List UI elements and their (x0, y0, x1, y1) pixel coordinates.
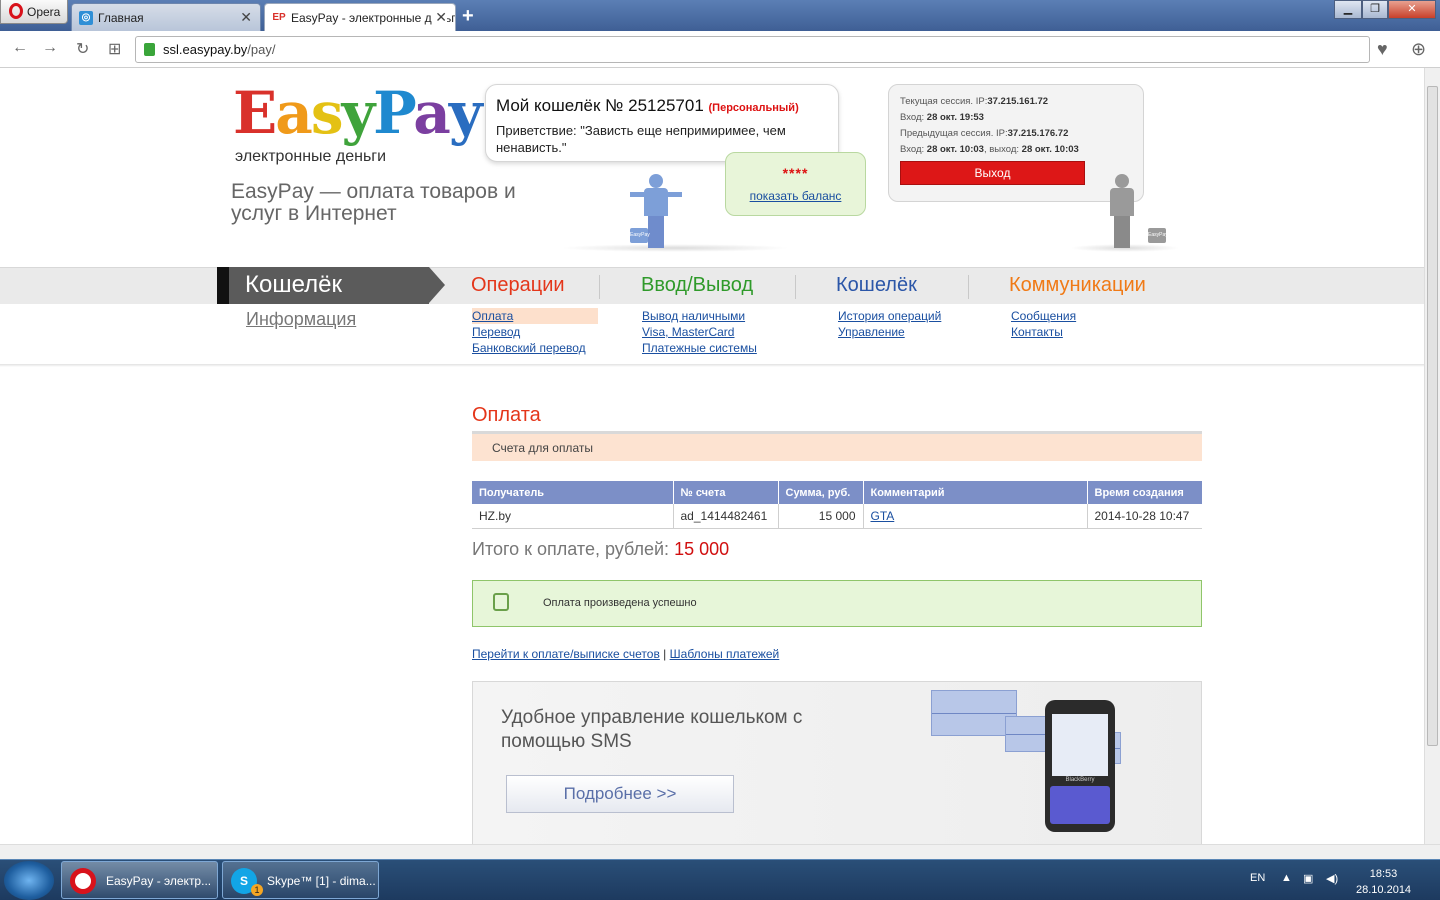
subnav-operations: Оплата Перевод Банковский перевод (472, 308, 598, 356)
suitcase-icon: EasyPay (630, 228, 650, 243)
more-button[interactable]: Подробнее >> (506, 775, 734, 813)
cell-invoice-no: ad_1414482461 (673, 504, 779, 529)
browser-tab-bar: Opera ◎ Главная ✕ EP EasyPay - электронн… (0, 0, 1440, 31)
total-amount: 15 000 (674, 539, 730, 559)
promo-title: Удобное управление кошельком с помощью S… (501, 707, 803, 752)
subnav-history[interactable]: История операций (838, 308, 941, 324)
windows-taskbar: EasyPay - электр... S 1 Skype™ [1] - dim… (0, 859, 1440, 900)
tab-home[interactable]: ◎ Главная ✕ (71, 3, 261, 31)
speed-dial-icon[interactable]: ⊞ (108, 39, 121, 59)
new-tab-icon[interactable]: + (462, 5, 474, 28)
easypay-favicon-icon: EP (272, 12, 286, 23)
network-icon[interactable]: ▣ (1303, 872, 1313, 885)
page-title: Оплата (472, 404, 541, 426)
mascot-figure-grey (1106, 174, 1138, 248)
page-viewport: EasyPay электронные деньги EasyPay — опл… (0, 68, 1424, 844)
close-window-icon[interactable]: ✕ (1388, 0, 1436, 19)
horizontal-scrollbar[interactable] (0, 844, 1440, 859)
payment-templates-link[interactable]: Шаблоны платежей (670, 647, 780, 661)
cell-comment: GTA (863, 504, 1088, 529)
go-to-invoices-link[interactable]: Перейти к оплате/выписке счетов (472, 647, 660, 661)
logo-subtitle: электронные деньги (235, 148, 387, 165)
address-bar: ← → ↻ ⊞ ssl.easypay.by/pay/ ♥ ⊕ (0, 31, 1440, 68)
wallet-title: Мой кошелёк № 25125701 (496, 96, 704, 115)
info-link[interactable]: Информация (246, 309, 356, 330)
section-header: Счета для оплаты (472, 431, 1202, 461)
logout-button[interactable]: Выход (900, 161, 1085, 185)
back-icon[interactable]: ← (12, 39, 28, 57)
wallet-type: (Персональный) (708, 102, 799, 114)
subnav-messages[interactable]: Сообщения (1011, 308, 1076, 324)
opera-icon (70, 868, 96, 894)
easypay-logo[interactable]: EasyPay (233, 80, 483, 146)
wallet-info-bubble: Мой кошелёк № 25125701 (Персональный) Пр… (485, 84, 839, 162)
clock[interactable]: 18:53 28.10.2014 (1356, 866, 1411, 898)
col-invoice-no: № счета (673, 481, 779, 504)
tab-easypay[interactable]: EP EasyPay - электронные деньги ✕ (264, 3, 456, 31)
minimize-icon[interactable]: ▁ (1334, 0, 1362, 19)
opera-logo-icon (9, 3, 23, 19)
subnav-input-output: Вывод наличными Visa, MasterCard Платежн… (642, 308, 757, 356)
skype-badge: 1 (251, 884, 263, 896)
nav-wallet[interactable]: Кошелёк (836, 274, 917, 297)
reload-icon[interactable]: ↻ (76, 39, 89, 59)
taskbar-item-opera[interactable]: EasyPay - электр... (61, 861, 218, 899)
nav-input-output[interactable]: Ввод/Вывод (641, 274, 753, 297)
success-message: Оплата произведена успешно (472, 580, 1202, 627)
download-icon[interactable]: ⊕ (1411, 39, 1426, 60)
volume-icon[interactable]: ◀) (1326, 872, 1338, 885)
subnav-visa-mastercard[interactable]: Visa, MasterCard (642, 324, 757, 340)
sms-promo-banner: Удобное управление кошельком с помощью S… (472, 681, 1202, 844)
start-button[interactable] (4, 861, 54, 900)
greeting-text: Приветствие: "Зависть еще непримиримее, … (496, 123, 786, 155)
subnav-payment[interactable]: Оплата (472, 308, 598, 324)
maximize-icon[interactable]: ❐ (1362, 0, 1388, 19)
subnav-payment-systems[interactable]: Платежные системы (642, 340, 757, 356)
table-row: HZ.by ad_1414482461 15 000 GTA 2014-10-2… (472, 504, 1202, 529)
col-amount: Сумма, руб. (778, 481, 864, 504)
thumbs-up-icon (493, 593, 509, 611)
subnav-communications: Сообщения Контакты (1011, 308, 1076, 340)
balance-masked: **** (782, 165, 809, 181)
opera-menu-button[interactable]: Opera (0, 0, 68, 24)
lock-icon (144, 43, 155, 56)
suitcase-icon: EasyPay (1148, 228, 1168, 243)
close-tab-icon[interactable]: ✕ (240, 9, 252, 26)
col-comment: Комментарий (863, 481, 1088, 504)
subnav-manage[interactable]: Управление (838, 324, 941, 340)
balance-bubble: **** показать баланс (725, 152, 866, 216)
close-tab-icon[interactable]: ✕ (432, 9, 447, 26)
tray-expand-icon[interactable]: ▲ (1281, 872, 1292, 884)
cell-amount: 15 000 (778, 504, 864, 529)
url-input[interactable]: ssl.easypay.by/pay/ (135, 36, 1370, 63)
total-due: Итого к оплате, рублей: 15 000 (472, 539, 730, 559)
invoice-table: Получатель № счета Сумма, руб. Комментар… (472, 481, 1202, 529)
nav-communications[interactable]: Коммуникации (1009, 274, 1146, 297)
subnav-transfer[interactable]: Перевод (472, 324, 598, 340)
bottom-links: Перейти к оплате/выписке счетов | Шаблон… (472, 647, 780, 661)
comment-link[interactable]: GTA (871, 509, 895, 523)
col-recipient: Получатель (472, 481, 674, 504)
tagline: EasyPay — оплата товаров и услуг в Интер… (231, 180, 516, 225)
heart-bookmark-icon[interactable]: ♥ (1377, 39, 1388, 60)
nav-active-wallet[interactable]: Кошелёк (217, 267, 445, 304)
subnav-contacts[interactable]: Контакты (1011, 324, 1076, 340)
phone-illustration: BlackBerry (1045, 700, 1115, 832)
home-favicon-icon: ◎ (79, 11, 93, 25)
subnav-wallet: История операций Управление (838, 308, 941, 340)
cell-recipient: HZ.by (472, 504, 674, 529)
vertical-scrollbar[interactable] (1424, 68, 1440, 844)
subnav-bank-transfer[interactable]: Банковский перевод (472, 340, 598, 356)
forward-icon[interactable]: → (42, 39, 58, 57)
subnav-cash-withdraw[interactable]: Вывод наличными (642, 308, 757, 324)
cell-created: 2014-10-28 10:47 (1087, 504, 1202, 529)
nav-operations[interactable]: Операции (471, 274, 565, 297)
taskbar-item-skype[interactable]: S 1 Skype™ [1] - dima... (222, 861, 379, 899)
language-indicator[interactable]: EN (1250, 872, 1265, 884)
col-created: Время создания (1087, 481, 1202, 504)
show-balance-link[interactable]: показать баланс (726, 189, 865, 203)
table-header-row: Получатель № счета Сумма, руб. Комментар… (472, 481, 1202, 504)
